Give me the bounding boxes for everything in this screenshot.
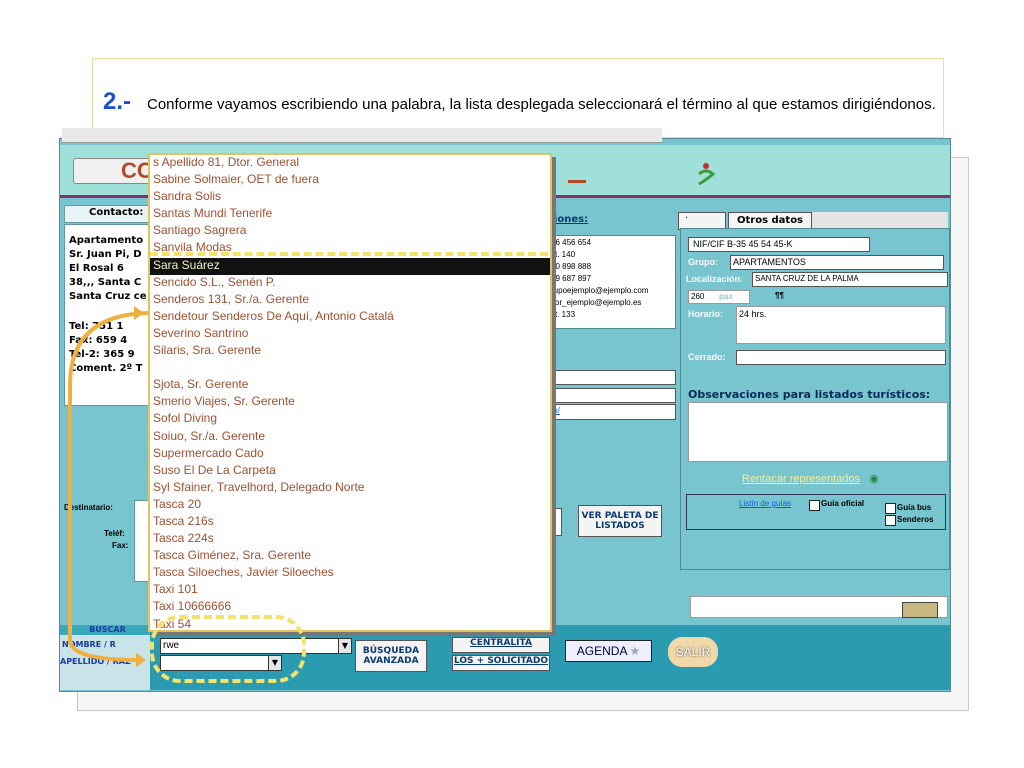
list-item[interactable]: Sandra Solis [150, 189, 550, 206]
cerrado-label: Cerrado: [688, 352, 726, 362]
list-item[interactable]: Taxi 10666666 [150, 599, 550, 616]
rentacar-link[interactable]: Rentacar representados ◉ [742, 472, 902, 488]
nif-value: NIF/CIF B-35 45 54 45-K [693, 239, 793, 249]
list-item[interactable]: Tasca 224s [150, 531, 550, 548]
middle-title: ciones: [548, 214, 589, 225]
rentacar-text[interactable]: Rentacar representados [742, 473, 860, 485]
agenda-label[interactable]: AGENDA [577, 644, 628, 658]
cerrado-field[interactable] [736, 350, 946, 365]
grupo-label: Grupo: [688, 257, 718, 267]
list-item[interactable] [150, 360, 550, 377]
ver-paleta-button[interactable]: VER PALETA DE LISTADOS [578, 505, 662, 537]
list-item[interactable]: Sjota, Sr. Gerente [150, 377, 550, 394]
list-item[interactable]: Taxi 101 [150, 582, 550, 599]
guia-oficial-label: Guía oficial [821, 499, 865, 508]
localizacion-label: Localización: [686, 274, 744, 284]
list-item[interactable]: Sofol Diving [150, 411, 550, 428]
horario-value: 24 hrs. [739, 309, 767, 319]
list-item[interactable]: Senderos 131, Sr./a. Gerente [150, 292, 550, 309]
middle-data-box: 56 456 654 xt. 140 20 898 888 89 687 897… [548, 235, 676, 329]
guias-box: Listín de guías Guía oficial Guía bus Se… [686, 494, 946, 530]
list-item[interactable]: Sencido S.L., Senén P. [150, 275, 550, 292]
observaciones-label: Observaciones para listados turísticos: [688, 388, 931, 401]
list-item[interactable]: Severino Santrino [150, 326, 550, 343]
salir-button[interactable]: SALIR [668, 637, 718, 667]
middle-line: ltor_ejemplo@ejemplo.es [551, 298, 642, 307]
middle-line: 56 456 654 [551, 238, 592, 247]
list-item[interactable]: Syl Sfainer, Travelhord, Delegado Norte [150, 480, 550, 497]
contact-label: Contacto: [89, 207, 144, 218]
middle-field-1[interactable] [548, 370, 676, 385]
nif-field[interactable]: NIF/CIF B-35 45 54 45-K [688, 237, 870, 252]
list-item[interactable]: Tasca 20 [150, 497, 550, 514]
horario-label: Horario: [688, 309, 724, 319]
app-logo-icon [695, 160, 717, 188]
grupo-field[interactable]: APARTAMENTOS [730, 255, 944, 270]
pax-label: pax [719, 292, 733, 301]
list-item[interactable]: Santiago Sagrera [150, 223, 550, 240]
list-item[interactable]: Silaris, Sra. Gerente [150, 343, 550, 360]
listin-link[interactable]: Listín de guías [739, 499, 791, 508]
contact-line: Apartamento [69, 235, 144, 246]
solicitado-button[interactable]: LOS + SOLICITADO [452, 655, 550, 671]
guia-oficial-checkbox[interactable] [809, 500, 820, 511]
list-item[interactable]: Supermercado Cado [150, 446, 550, 463]
middle-line: 20 898 888 [551, 262, 592, 271]
guia-bus-checkbox[interactable] [885, 503, 896, 514]
list-item[interactable]: Santas Mundi Tenerife [150, 206, 550, 223]
list-item[interactable]: Tasca Siloeches, Javier Siloeches [150, 565, 550, 582]
car-icon: ◉ [869, 473, 879, 485]
middle-line: rupoejemplo@ejemplo.com [551, 286, 649, 295]
list-item[interactable]: Smerio Viajes, Sr. Gerente [150, 394, 550, 411]
senderos-label: Senderos [897, 515, 934, 524]
tab-filler [812, 212, 948, 229]
contact-line: 38,,, Santa C [69, 277, 142, 288]
agenda-button[interactable]: AGENDA ★ [565, 640, 652, 662]
toolbar [62, 128, 662, 143]
list-item[interactable]: Soiuo, Sr./a. Gerente [150, 429, 550, 446]
list-item[interactable]: Sabine Solmaier, OET de fuera [150, 172, 550, 189]
contact-tab: Contacto: [64, 205, 152, 223]
horario-field[interactable]: 24 hrs. [736, 306, 946, 344]
caption-number: 2.- [103, 88, 132, 115]
busqueda-avanzada-button[interactable]: BÚSQUEDA AVANZADA [355, 640, 427, 672]
highlight-dashed-oval [150, 615, 306, 683]
observaciones-field[interactable] [688, 402, 948, 462]
highlight-dashed-line [150, 252, 548, 256]
senderos-checkbox[interactable] [885, 515, 896, 526]
centralita-button[interactable]: CENTRALITA [452, 637, 550, 653]
contact-line: Sr. Juan Pi, D [69, 249, 142, 260]
dropdown-list[interactable]: s Apellido 81, Dtor. General Sabine Solm… [148, 153, 552, 632]
annotation-arrow-icon [60, 305, 160, 675]
middle-field-2[interactable] [548, 388, 676, 403]
grupo-value: APARTAMENTOS [733, 257, 806, 267]
header-mark [568, 180, 586, 183]
contact-line: Santa Cruz ce [69, 291, 147, 302]
pax-field[interactable]: 260 pax [688, 290, 750, 304]
logo-button[interactable]: CO [73, 158, 159, 184]
middle-link-field[interactable]: m/ [548, 404, 676, 420]
list-item[interactable]: Tasca 216s [150, 514, 550, 531]
list-item[interactable]: Sendetour Senderos De Aquí, Antonio Cata… [150, 309, 550, 326]
star-icon: ★ [629, 644, 641, 658]
middle-link[interactable]: m/ [551, 406, 560, 415]
list-item[interactable]: s Apellido 81, Dtor. General [150, 155, 550, 172]
pax-number: 260 [691, 292, 705, 301]
pax-symbol: ¶¶ [775, 291, 784, 300]
middle-line: xt. 133 [551, 310, 576, 319]
middle-line: xt. 140 [551, 250, 576, 259]
contact-line: El Rosal 6 [69, 263, 124, 274]
caption-text: Conforme vayamos escribiendo una palabra… [147, 96, 936, 113]
guia-bus-label: Guía bus [897, 503, 932, 512]
chevron-down-icon[interactable]: ▼ [338, 639, 351, 653]
middle-line: 89 687 897 [551, 274, 592, 283]
localizacion-value: SANTA CRUZ DE LA PALMA [755, 274, 859, 283]
list-item-selected[interactable]: Sara Suárez [150, 257, 550, 275]
localizacion-field[interactable]: SANTA CRUZ DE LA PALMA [752, 272, 948, 287]
list-item[interactable]: Tasca Giménez, Sra. Gerente [150, 548, 550, 565]
list-item[interactable]: Suso El De La Carpeta [150, 463, 550, 480]
stamp-icon[interactable] [902, 602, 938, 618]
